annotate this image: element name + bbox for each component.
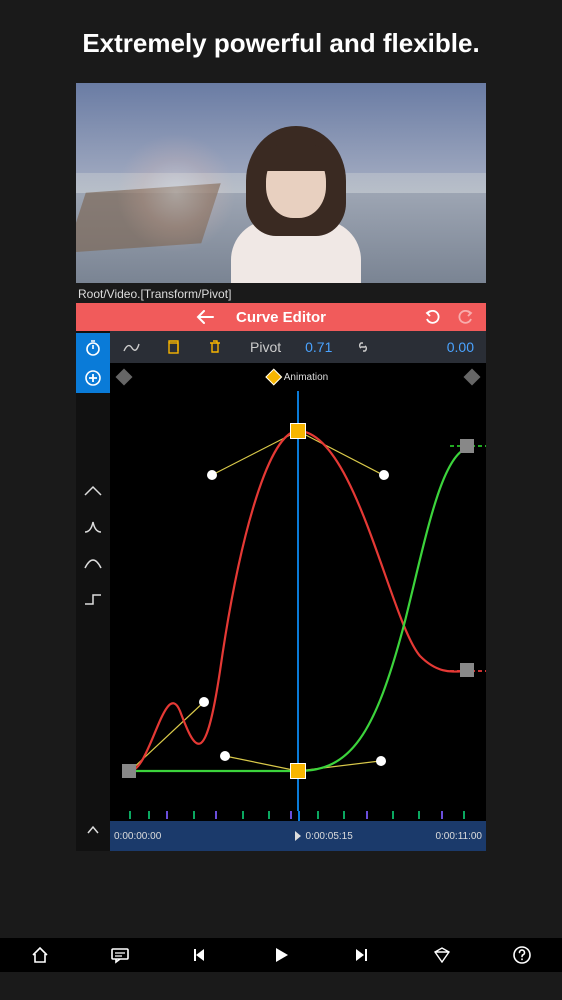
- redo-button[interactable]: [456, 310, 474, 324]
- delete-button[interactable]: [194, 331, 236, 363]
- graph-icon: [122, 340, 140, 354]
- back-button[interactable]: [196, 310, 214, 324]
- caret-up-icon: [83, 485, 103, 497]
- keyframe-marker-active[interactable]: [265, 369, 282, 386]
- timer-tab[interactable]: [76, 333, 110, 363]
- property-value-2[interactable]: 0.00: [433, 331, 482, 363]
- bottom-bar: [0, 938, 562, 972]
- app-frame: Root/Video.[Transform/Pivot] Curve Edito…: [76, 83, 486, 851]
- graph-mode-button[interactable]: [110, 331, 152, 363]
- bezier-handle[interactable]: [207, 470, 217, 480]
- property-toolbar: Pivot 0.71 0.00: [110, 331, 486, 363]
- playhead-indicator: [295, 831, 301, 841]
- bezier-handle[interactable]: [379, 470, 389, 480]
- home-button[interactable]: [20, 938, 60, 972]
- keyframe-handle[interactable]: [122, 764, 136, 778]
- timecode-start: 0:00:00:00: [114, 831, 161, 842]
- copy-icon: [165, 339, 181, 355]
- playhead[interactable]: [297, 391, 299, 811]
- copy-button[interactable]: [152, 331, 194, 363]
- timeline-expand-button[interactable]: [86, 825, 100, 835]
- timecode-current: 0:00:05:15: [306, 831, 353, 842]
- keyframe-label: Animation: [284, 372, 328, 383]
- home-icon: [30, 946, 50, 964]
- play-button[interactable]: [261, 938, 301, 972]
- step-forward-button[interactable]: [341, 938, 381, 972]
- timeline[interactable]: 0:00:00:00 0:00:05:15 0:00:11:00: [110, 811, 486, 851]
- help-button[interactable]: [502, 938, 542, 972]
- bezier-handle[interactable]: [220, 751, 230, 761]
- editor-title: Curve Editor: [236, 309, 326, 326]
- curve-type-spike[interactable]: [76, 509, 110, 545]
- curve-type-arc[interactable]: [76, 545, 110, 581]
- keyframe-marker[interactable]: [464, 369, 481, 386]
- timeline-ruler: [110, 811, 486, 821]
- timer-icon: [84, 339, 102, 357]
- comment-icon: [110, 946, 130, 964]
- keyframe-track[interactable]: Animation: [110, 363, 486, 391]
- video-preview[interactable]: [76, 83, 486, 283]
- timecode-end: 0:00:11:00: [435, 831, 482, 842]
- step-forward-icon: [352, 947, 370, 963]
- undo-button[interactable]: [424, 310, 442, 324]
- curve-editor-titlebar: Curve Editor: [76, 303, 486, 331]
- keyframe-marker[interactable]: [116, 369, 133, 386]
- premium-button[interactable]: [422, 938, 462, 972]
- keyframe-handle-active[interactable]: [290, 423, 306, 439]
- property-value-1[interactable]: 0.71: [295, 331, 342, 363]
- keyframe-handle-active[interactable]: [290, 763, 306, 779]
- play-icon: [271, 945, 291, 965]
- help-icon: [512, 945, 532, 965]
- step-back-button[interactable]: [181, 938, 221, 972]
- add-keyframe-button[interactable]: [76, 363, 110, 393]
- link-icon: [355, 339, 371, 355]
- headline: Extremely powerful and flexible.: [0, 0, 562, 83]
- premium-icon: [432, 947, 452, 963]
- spike-icon: [83, 520, 103, 534]
- keyframe-handle[interactable]: [460, 663, 474, 677]
- breadcrumb: Root/Video.[Transform/Pivot]: [76, 283, 486, 303]
- trash-icon: [207, 339, 223, 355]
- comment-button[interactable]: [100, 938, 140, 972]
- arc-icon: [83, 556, 103, 570]
- bezier-handle[interactable]: [199, 697, 209, 707]
- curve-type-step[interactable]: [76, 581, 110, 617]
- step-back-icon: [192, 947, 210, 963]
- link-values-button[interactable]: [342, 331, 384, 363]
- curve-type-linear[interactable]: [76, 473, 110, 509]
- bezier-handle[interactable]: [376, 756, 386, 766]
- left-rail: [76, 331, 110, 851]
- property-name: Pivot: [236, 331, 295, 363]
- curve-graph[interactable]: [110, 391, 486, 811]
- plus-icon: [84, 369, 102, 387]
- keyframe-handle[interactable]: [460, 439, 474, 453]
- step-icon: [83, 592, 103, 606]
